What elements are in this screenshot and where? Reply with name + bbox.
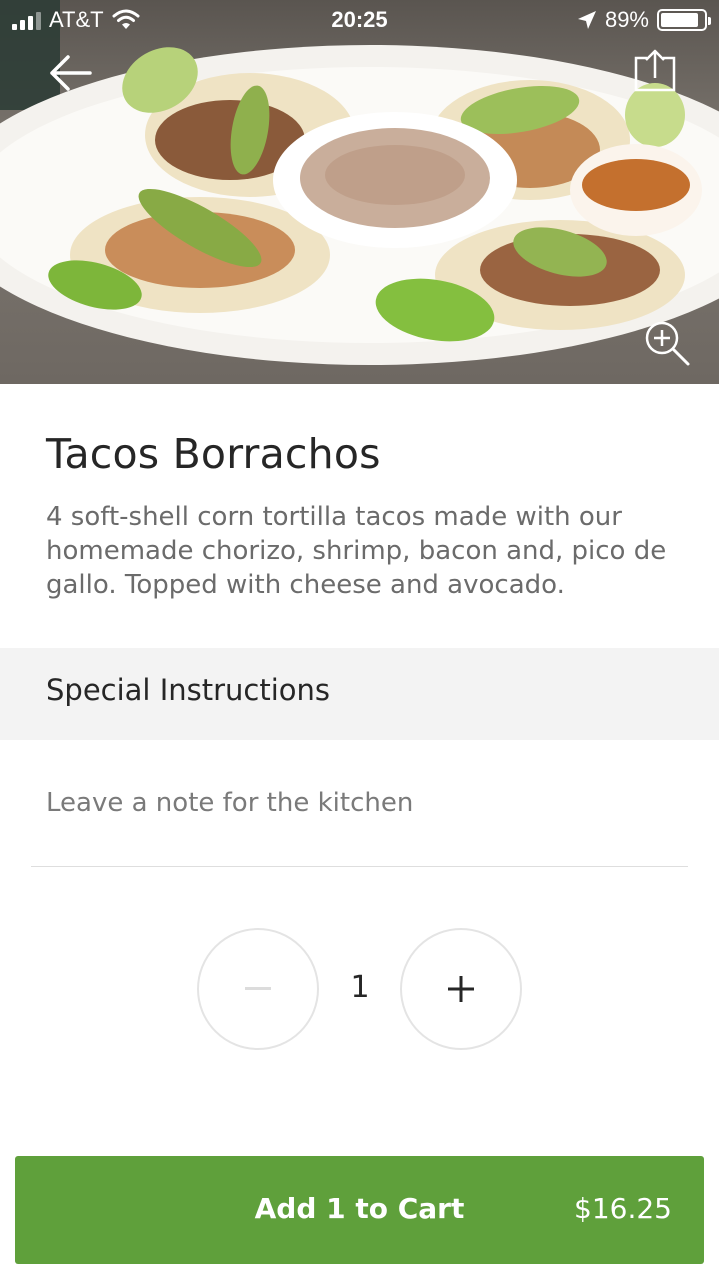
divider (31, 866, 688, 867)
plus-icon (448, 976, 474, 1002)
zoom-in-icon[interactable] (642, 318, 692, 368)
add-to-cart-button[interactable]: Add 1 to Cart $16.25 (15, 1156, 704, 1264)
cart-price: $16.25 (574, 1192, 672, 1225)
kitchen-note-input[interactable] (46, 780, 686, 826)
special-instructions-label: Special Instructions (46, 673, 331, 707)
battery-icon (657, 9, 711, 31)
increase-quantity-button[interactable] (400, 928, 522, 1050)
item-description: 4 soft-shell corn tortilla tacos made wi… (46, 502, 667, 600)
item-title: Tacos Borrachos (46, 430, 381, 478)
quantity-value: 1 (350, 970, 370, 1005)
hero-image[interactable]: AT&T 20:25 89% (0, 0, 719, 384)
battery-percent: 89% (604, 7, 649, 32)
special-instructions-header: Special Instructions (0, 648, 719, 740)
food-photo (0, 0, 719, 365)
location-arrow-icon (577, 11, 596, 29)
back-arrow-icon[interactable] (46, 50, 96, 96)
status-bar: AT&T 20:25 89% (0, 0, 719, 40)
share-icon[interactable] (632, 48, 678, 94)
decrease-quantity-button[interactable] (197, 928, 319, 1050)
minus-icon (245, 987, 271, 990)
